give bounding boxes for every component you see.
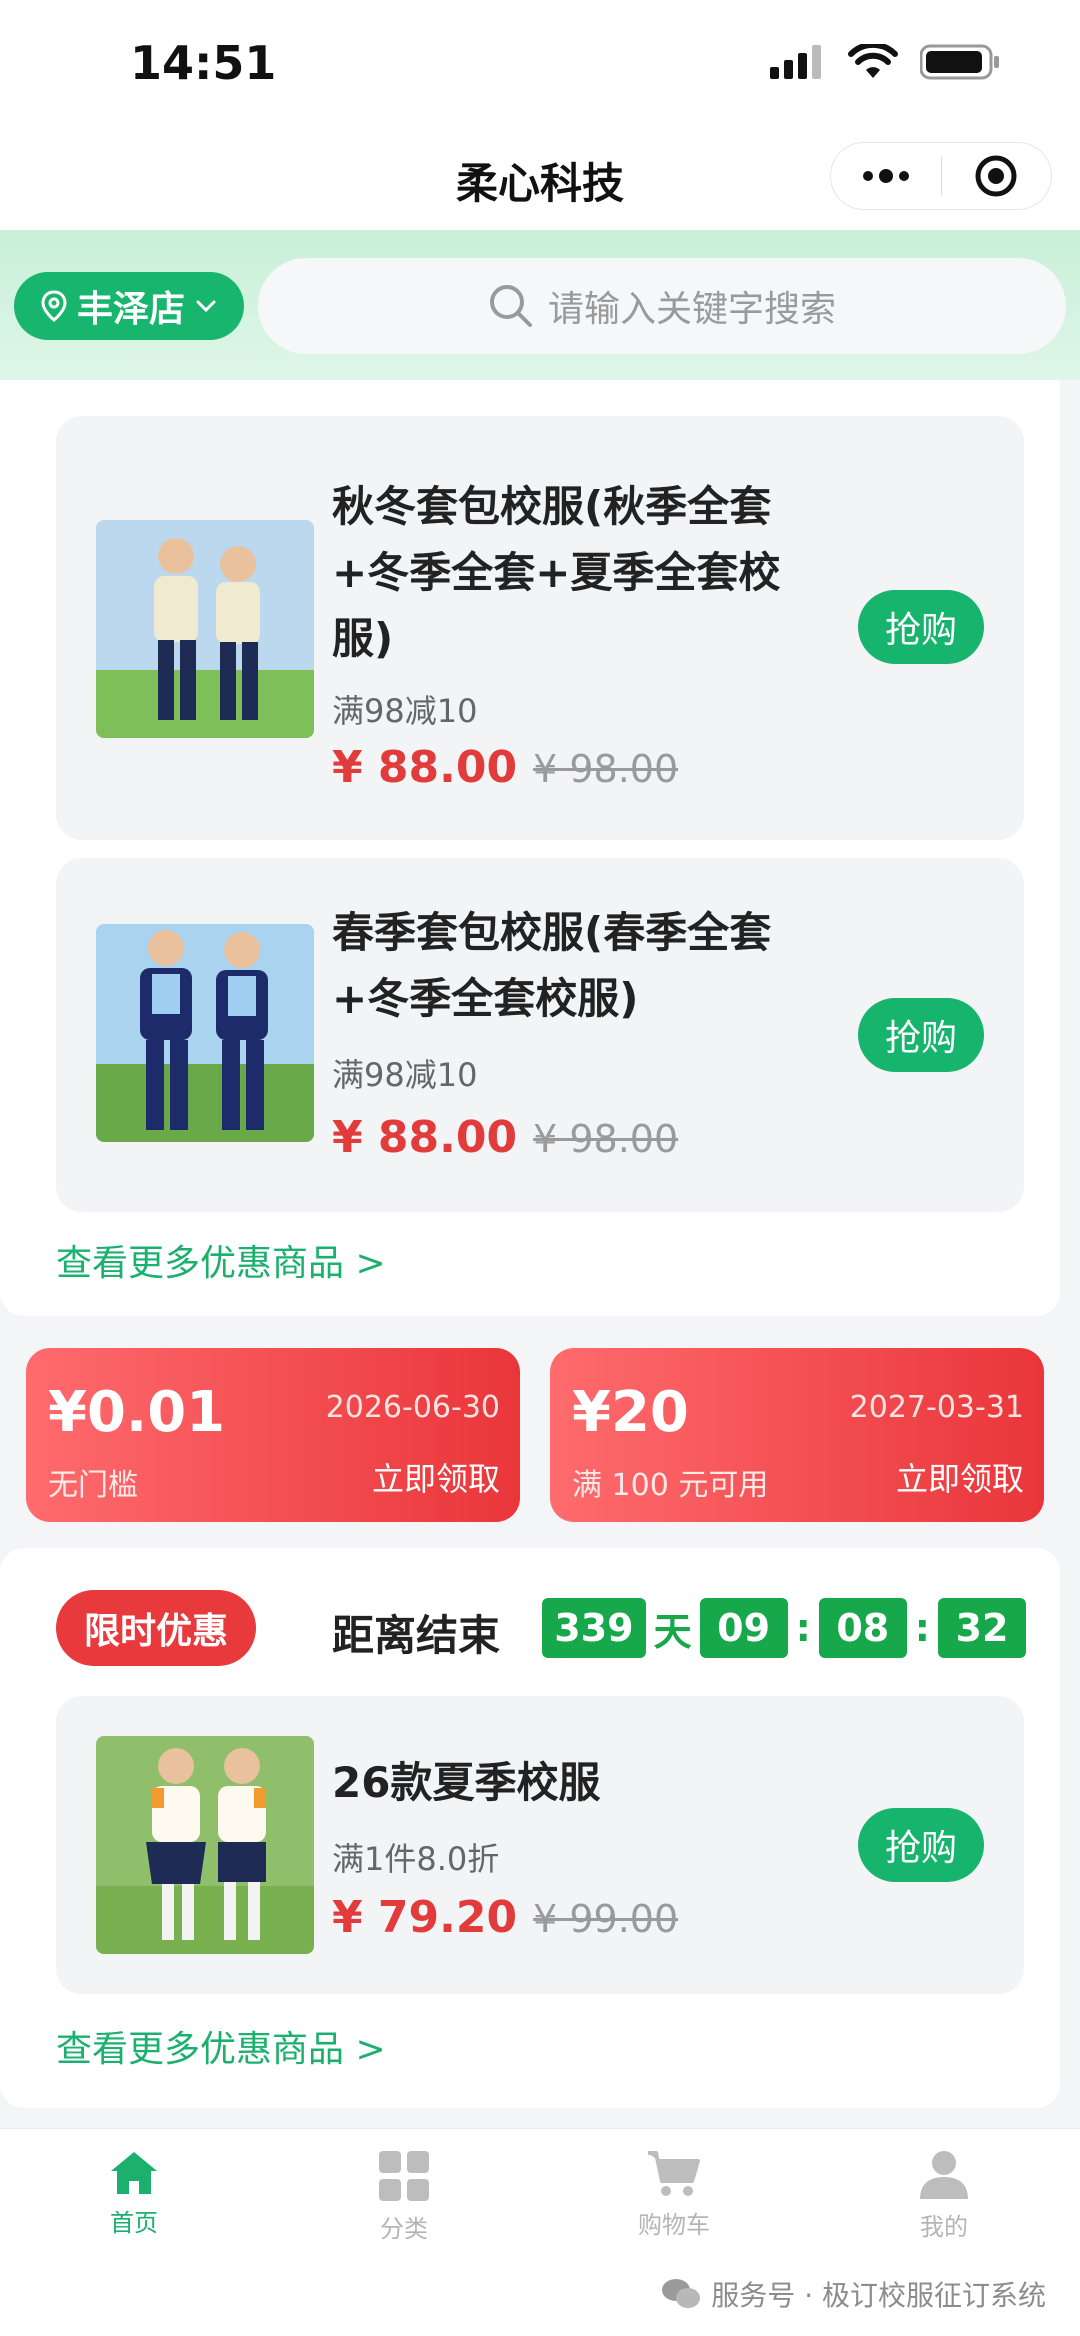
signal-icon (770, 45, 821, 79)
flash-sale-badge: 限时优惠 (56, 1590, 256, 1666)
product-price: ¥ 88.00 (332, 742, 518, 793)
cart-icon (648, 2151, 700, 2196)
countdown-separator: : (795, 1606, 811, 1650)
product-promo: 满1件8.0折 (332, 1840, 500, 1878)
product-image (96, 1736, 314, 1954)
product-original-price: ¥ 99.00 (533, 1897, 679, 1941)
coupon-claim-button[interactable]: 立即领取 (896, 1454, 1024, 1500)
product-card[interactable]: 春季套包校服(春季全套+冬季全套校服) 满98减10 ¥ 88.00 ¥ 98.… (56, 858, 1024, 1212)
battery-icon (920, 44, 999, 80)
product-image (96, 520, 314, 738)
countdown-separator: : (914, 1606, 930, 1650)
product-price: ¥ 88.00 (332, 1112, 518, 1163)
product-original-price: ¥ 98.00 (533, 1117, 679, 1161)
product-name: 春季套包校服(春季全套+冬季全套校服) (332, 908, 772, 1023)
countdown-day-unit: 天 (653, 1609, 692, 1654)
status-time: 14:51 (130, 36, 277, 90)
wechat-icon (662, 2279, 701, 2308)
tab-home[interactable]: 首页 (44, 2149, 224, 2238)
product-card[interactable]: 26款夏季校服 满1件8.0折 ¥ 79.20 ¥ 99.00 抢购 (56, 1696, 1024, 1994)
more-options-button[interactable] (831, 143, 941, 209)
countdown-days: 339 (542, 1598, 646, 1658)
coupon-condition: 满 100 元可用 (572, 1468, 769, 1503)
more-discounts-link[interactable]: 查看更多优惠商品 > (56, 1234, 386, 1286)
close-mini-program-button[interactable] (942, 143, 1052, 209)
buy-button[interactable]: 抢购 (858, 998, 984, 1072)
status-icons (770, 44, 1000, 80)
buy-button[interactable]: 抢购 (858, 590, 984, 664)
status-bar: 14:51 (0, 0, 1080, 120)
countdown-hours: 09 (699, 1598, 788, 1658)
tab-category[interactable]: 分类 (314, 2149, 494, 2244)
coupon-expiry: 2026-06-30 (325, 1390, 500, 1425)
wifi-icon (848, 44, 898, 78)
product-image (96, 924, 314, 1142)
countdown-seconds: 32 (938, 1598, 1026, 1658)
target-circle-icon (975, 155, 1017, 197)
product-price: ¥ 79.20 (332, 1892, 518, 1943)
search-header: 丰泽店 请输入关键字搜索 (0, 230, 1080, 380)
coupon-amount: ¥0.01 (48, 1380, 226, 1445)
more-flash-sale-link[interactable]: 查看更多优惠商品 > (56, 2020, 386, 2072)
coupon-card[interactable]: ¥0.01 2026-06-30 无门槛 立即领取 (26, 1348, 520, 1522)
countdown-label: 距离结束 (332, 1611, 501, 1660)
store-selector-button[interactable]: 丰泽店 (14, 272, 244, 340)
coupon-card[interactable]: ¥20 2027-03-31 满 100 元可用 立即领取 (550, 1348, 1044, 1522)
tab-label: 购物车 (638, 2211, 710, 2239)
tab-cart[interactable]: 购物车 (584, 2149, 764, 2240)
tab-label: 我的 (920, 2213, 968, 2241)
search-icon (489, 285, 532, 327)
more-dots-icon (862, 169, 909, 183)
search-placeholder: 请输入关键字搜索 (547, 289, 836, 330)
home-icon (111, 2152, 157, 2194)
product-name: 秋冬套包校服(秋季全套+冬季全套+夏季全套校服) (332, 482, 781, 663)
countdown-minutes: 08 (818, 1598, 907, 1658)
location-pin-icon (41, 290, 67, 322)
store-name: 丰泽店 (76, 289, 185, 330)
discount-section: 秋冬套包校服(秋季全套+冬季全套+夏季全套校服) 满98减10 ¥ 88.00 … (0, 380, 1060, 1316)
price-row: ¥ 79.20 ¥ 99.00 (332, 1892, 678, 1943)
product-promo: 满98减10 (332, 1056, 478, 1094)
product-original-price: ¥ 98.00 (533, 747, 679, 791)
buy-button[interactable]: 抢购 (858, 1808, 984, 1882)
search-input[interactable]: 请输入关键字搜索 (258, 258, 1066, 354)
user-icon (920, 2151, 968, 2199)
tab-profile[interactable]: 我的 (854, 2149, 1034, 2242)
tab-label: 首页 (110, 2209, 158, 2237)
watermark-text: 服务号 · 极订校服征订系统 (711, 2279, 1046, 2312)
product-promo: 满98减10 (332, 692, 478, 730)
coupon-amount: ¥20 (572, 1380, 689, 1445)
tab-label: 分类 (380, 2215, 428, 2243)
mini-program-capsule (830, 142, 1052, 210)
coupon-expiry: 2027-03-31 (849, 1390, 1024, 1425)
price-row: ¥ 88.00 ¥ 98.00 (332, 1112, 678, 1163)
chevron-down-icon (196, 300, 216, 313)
product-name: 26款夏季校服 (332, 1758, 601, 1807)
price-row: ¥ 88.00 ¥ 98.00 (332, 742, 678, 793)
coupon-condition: 无门槛 (48, 1468, 138, 1503)
product-card[interactable]: 秋冬套包校服(秋季全套+冬季全套+夏季全套校服) 满98减10 ¥ 88.00 … (56, 416, 1024, 840)
nav-bar: 柔心科技 (0, 120, 1080, 230)
watermark: 服务号 · 极订校服征订系统 (661, 2274, 1046, 2314)
coupon-claim-button[interactable]: 立即领取 (372, 1454, 500, 1500)
countdown-timer: 339 天 09 : 08 : 32 (542, 1598, 1026, 1658)
category-icon (379, 2151, 429, 2201)
